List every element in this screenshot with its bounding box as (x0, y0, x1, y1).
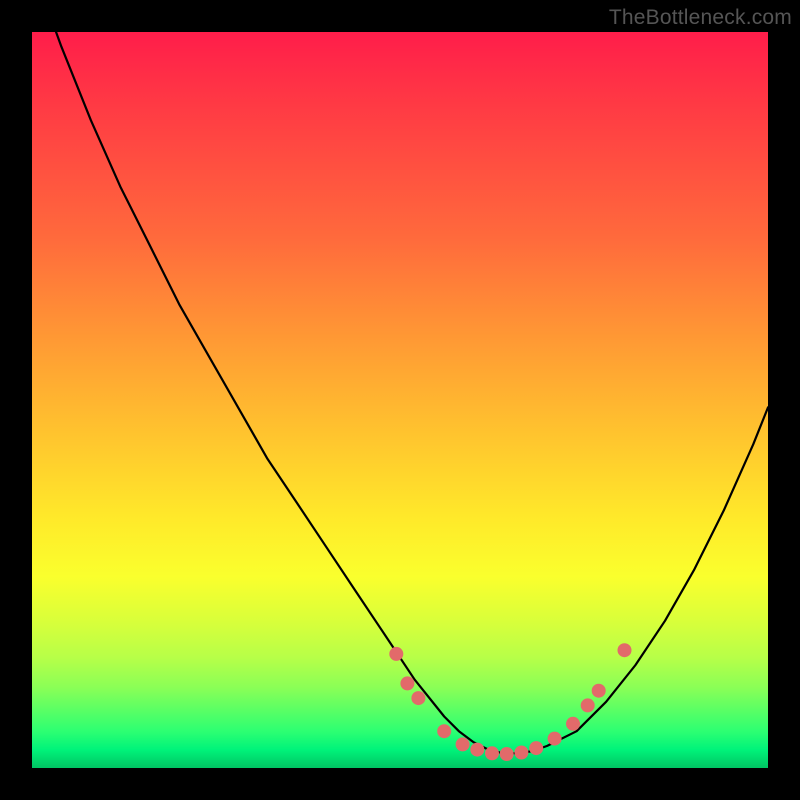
data-point (529, 741, 543, 755)
data-point (500, 747, 514, 761)
data-point (389, 647, 403, 661)
data-point (437, 724, 451, 738)
data-point (456, 737, 470, 751)
data-point (470, 743, 484, 757)
bottleneck-curve (32, 32, 768, 753)
curve-svg (32, 32, 768, 768)
data-points (389, 643, 631, 761)
data-point (548, 732, 562, 746)
data-point (592, 684, 606, 698)
data-point (514, 746, 528, 760)
plot-area (32, 32, 768, 768)
chart-frame: TheBottleneck.com (0, 0, 800, 800)
data-point (566, 717, 580, 731)
data-point (581, 698, 595, 712)
watermark-text: TheBottleneck.com (609, 6, 792, 30)
data-point (618, 643, 632, 657)
data-point (411, 691, 425, 705)
data-point (485, 746, 499, 760)
data-point (400, 676, 414, 690)
